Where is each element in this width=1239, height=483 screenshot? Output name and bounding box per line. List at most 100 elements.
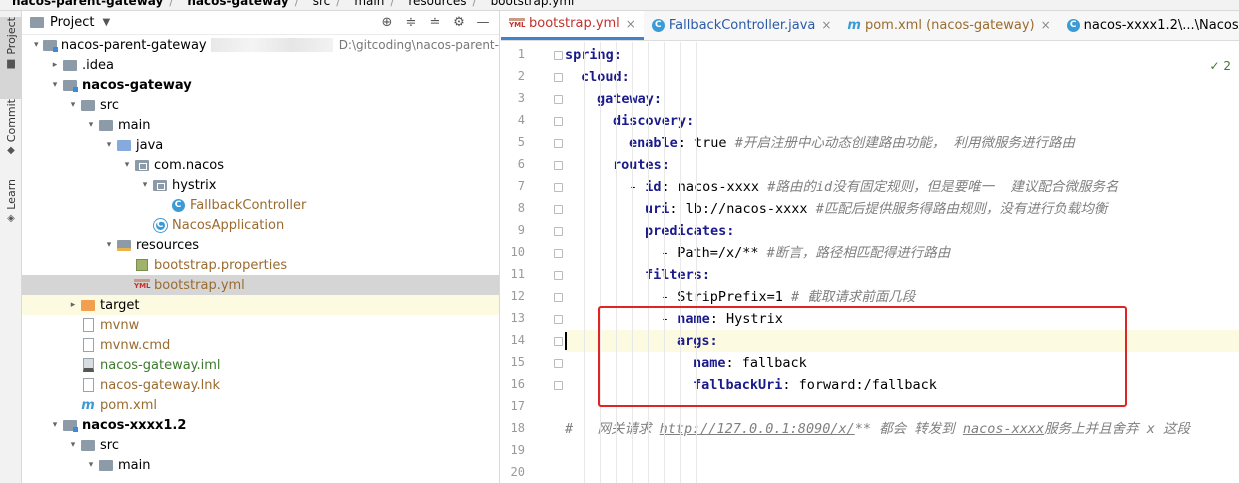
- close-icon[interactable]: ×: [1041, 18, 1051, 32]
- chevron-down-icon[interactable]: ▾: [66, 440, 80, 450]
- chevron-down-icon[interactable]: ▾: [84, 460, 98, 470]
- fold-marker-icon[interactable]: [554, 161, 563, 170]
- code-line[interactable]: predicates:: [565, 220, 1239, 242]
- tree-item-label: target: [100, 297, 140, 313]
- code-line[interactable]: [565, 440, 1239, 462]
- code-token: routes:: [613, 157, 670, 173]
- fold-marker-icon[interactable]: [554, 381, 563, 390]
- gear-icon[interactable]: ⚙: [451, 15, 467, 31]
- commit-tool-tab[interactable]: Commit ◆: [0, 99, 22, 165]
- breadcrumb-item[interactable]: src: [301, 0, 335, 7]
- tree-item[interactable]: ▾ main: [22, 455, 499, 475]
- module-folder-icon: [62, 418, 78, 432]
- chevron-right-icon[interactable]: ▸: [48, 60, 62, 70]
- chevron-down-icon[interactable]: ▾: [138, 180, 152, 190]
- code-token: filters:: [645, 267, 711, 283]
- collapse-icon[interactable]: ≑: [403, 15, 419, 31]
- tree-item[interactable]: ▾ resources: [22, 235, 499, 255]
- editor-tab[interactable]: Cnacos-xxxx1.2\...\NacosAppli×: [1059, 11, 1239, 40]
- code-line[interactable]: [565, 462, 1239, 483]
- editor-tab[interactable]: m pom.xml (nacos-gateway) ×: [839, 11, 1058, 40]
- target-icon[interactable]: ⊕: [379, 15, 395, 31]
- tree-item[interactable]: nacos-gateway.lnk: [22, 375, 499, 395]
- tree-item[interactable]: mvnw: [22, 315, 499, 335]
- tree-item[interactable]: YML bootstrap.yml: [22, 275, 499, 295]
- inspection-widget[interactable]: ✓ 2: [1209, 59, 1231, 73]
- indent-guide: [696, 42, 697, 483]
- tree-item[interactable]: ▾ com.nacos: [22, 155, 499, 175]
- fold-marker-icon[interactable]: [554, 183, 563, 192]
- chevron-down-icon[interactable]: ▾: [84, 120, 98, 130]
- fold-marker-icon[interactable]: [554, 337, 563, 346]
- editor-tab[interactable]: C FallbackController.java ×: [644, 11, 840, 40]
- code-line[interactable]: - Path=/x/** #断言，路径相匹配得进行路由: [565, 242, 1239, 264]
- chevron-down-icon[interactable]: ▾: [120, 160, 134, 170]
- fold-marker-icon[interactable]: [554, 293, 563, 302]
- editor-tab[interactable]: YML bootstrap.yml ×: [501, 11, 644, 40]
- tree-item[interactable]: C FallbackController: [22, 195, 499, 215]
- tree-item[interactable]: ▸ .idea: [22, 55, 499, 75]
- file-icon: [80, 378, 96, 392]
- fold-marker-icon[interactable]: [554, 227, 563, 236]
- expand-icon[interactable]: ≐: [427, 15, 443, 31]
- code-line[interactable]: - StripPrefix=1 # 截取请求前面几段: [565, 286, 1239, 308]
- chevron-down-icon[interactable]: ▾: [48, 80, 62, 90]
- tree-item[interactable]: ▾ src: [22, 435, 499, 455]
- code-line[interactable]: filters:: [565, 264, 1239, 286]
- project-tool-tab[interactable]: Project ▆: [0, 17, 22, 99]
- breadcrumb-item[interactable]: nacos-parent-gateway: [0, 0, 167, 7]
- fold-marker-icon[interactable]: [554, 249, 563, 258]
- close-icon[interactable]: ×: [821, 18, 831, 32]
- tree-item[interactable]: ▾ nacos-xxxx1.2: [22, 415, 499, 435]
- code-line[interactable]: spring:: [565, 44, 1239, 66]
- indent-guide: [616, 42, 617, 483]
- code-line[interactable]: enable: true #开启注册中心动态创建路由功能， 利用微服务进行路由: [565, 132, 1239, 154]
- fold-marker-icon[interactable]: [554, 139, 563, 148]
- tree-item[interactable]: m pom.xml: [22, 395, 499, 415]
- code-line[interactable]: cloud:: [565, 66, 1239, 88]
- fold-marker-icon[interactable]: [554, 95, 563, 104]
- fold-marker-icon[interactable]: [554, 271, 563, 280]
- code-line[interactable]: discovery:: [565, 110, 1239, 132]
- chevron-right-icon[interactable]: ▸: [66, 300, 80, 310]
- chevron-down-icon[interactable]: ▾: [66, 100, 80, 110]
- fold-marker-icon[interactable]: [554, 315, 563, 324]
- code-line[interactable]: routes:: [565, 154, 1239, 176]
- tree-item[interactable]: mvnw.cmd: [22, 335, 499, 355]
- chevron-down-icon[interactable]: ▾: [102, 140, 116, 150]
- code-line[interactable]: gateway:: [565, 88, 1239, 110]
- chevron-down-icon[interactable]: ▾: [48, 420, 62, 430]
- code-token: #开启注册中心动态创建路由功能， 利用微服务进行路由: [734, 135, 1075, 151]
- chevron-down-icon[interactable]: ▾: [102, 240, 116, 250]
- chevron-down-icon[interactable]: ▼: [102, 17, 110, 28]
- fold-marker-icon[interactable]: [554, 117, 563, 126]
- fold-marker-icon[interactable]: [554, 359, 563, 368]
- tree-item[interactable]: C NacosApplication: [22, 215, 499, 235]
- fold-marker-icon[interactable]: [554, 51, 563, 60]
- tree-item[interactable]: ▾ nacos-parent-gateway D:\gitcoding\nacos-…: [22, 35, 499, 55]
- code-line[interactable]: # 网关请求 http://127.0.0.1:8090/x/** 都会 转发到…: [565, 418, 1239, 440]
- breadcrumb-item[interactable]: bootstrap.yml: [479, 0, 579, 7]
- close-icon[interactable]: ×: [626, 17, 636, 31]
- code-line[interactable]: - id: nacos-xxxx #路由的id没有固定规则，但是要唯一 建议配合…: [565, 176, 1239, 198]
- fold-marker-icon[interactable]: [554, 205, 563, 214]
- fold-marker-icon[interactable]: [554, 73, 563, 82]
- code-editor[interactable]: spring: cloud: gateway: discovery: enable: t…: [565, 42, 1239, 483]
- breadcrumb-item[interactable]: main: [342, 0, 388, 7]
- project-panel-title: Project: [50, 15, 95, 30]
- tree-item[interactable]: ▾ java: [22, 135, 499, 155]
- tree-item[interactable]: ▾ nacos-gateway: [22, 75, 499, 95]
- tree-item[interactable]: bootstrap.properties: [22, 255, 499, 275]
- tree-item[interactable]: ▾ hystrix: [22, 175, 499, 195]
- tree-item[interactable]: ▾ main: [22, 115, 499, 135]
- breadcrumb-item[interactable]: resources: [396, 0, 470, 7]
- code-line[interactable]: uri: lb://nacos-xxxx #匹配后提供服务得路由规则，没有进行负…: [565, 198, 1239, 220]
- minimize-icon[interactable]: —: [475, 15, 491, 31]
- class-icon: C: [1066, 18, 1080, 32]
- chevron-down-icon[interactable]: ▾: [30, 40, 43, 50]
- tree-item[interactable]: nacos-gateway.iml: [22, 355, 499, 375]
- learn-tool-tab[interactable]: Learn ◈: [0, 179, 22, 237]
- breadcrumb-item[interactable]: nacos-gateway: [175, 0, 292, 7]
- tree-item[interactable]: ▸ target: [22, 295, 499, 315]
- tree-item[interactable]: ▾ src: [22, 95, 499, 115]
